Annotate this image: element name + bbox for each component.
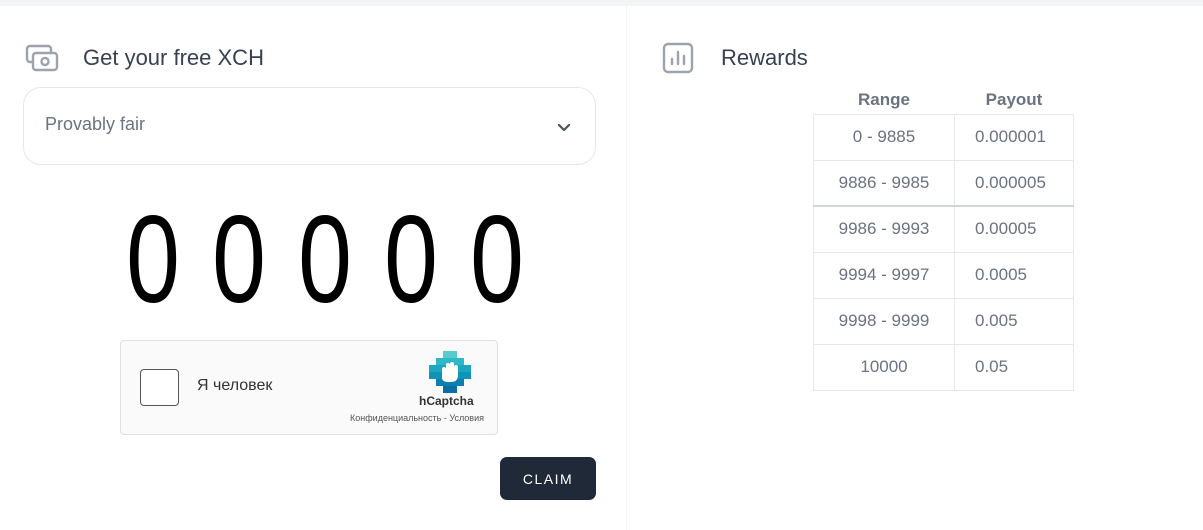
payout-cell: 0.000001 [954, 113, 1074, 161]
table-row: 0 - 9885 0.000001 [813, 113, 1074, 161]
roll-digit: 0 [212, 191, 266, 329]
rewards-table: Range Payout 0 - 9885 0.000001 9886 - 99… [813, 86, 1074, 391]
table-row: 9886 - 9985 0.000005 [813, 159, 1074, 207]
range-cell: 9886 - 9985 [813, 159, 955, 207]
page: Get your free XCH Provably fair 0 0 0 0 … [0, 0, 1203, 530]
provably-fair-select[interactable]: Provably fair [23, 87, 596, 165]
range-cell: 0 - 9885 [813, 113, 955, 161]
table-row: 9994 - 9997 0.0005 [813, 251, 1074, 299]
range-cell: 10000 [813, 343, 955, 391]
captcha-checkbox-label: Я человек [197, 377, 273, 394]
table-header-row: Range Payout [814, 86, 1074, 114]
hcaptcha-logo-icon [429, 351, 471, 393]
bar-chart-icon [660, 42, 696, 74]
table-row: 10000 0.05 [813, 343, 1074, 391]
hcaptcha-widget: Я человек hCaptcha Конфиденциальность - … [120, 340, 498, 435]
table-row: 9998 - 9999 0.005 [813, 297, 1074, 345]
column-header-payout: Payout [985, 89, 1043, 109]
roll-digit: 0 [298, 191, 352, 329]
hcaptcha-brand: hCaptcha [419, 394, 474, 408]
faucet-header: Get your free XCH [24, 42, 264, 74]
roll-number-display: 0 0 0 0 0 [110, 194, 540, 326]
faucet-panel: Get your free XCH Provably fair 0 0 0 0 … [0, 6, 626, 530]
rewards-title: Rewards [721, 45, 808, 70]
column-header-range: Range [858, 89, 910, 109]
table-row: 9986 - 9993 0.00005 [813, 205, 1074, 253]
claim-button[interactable]: CLAIM [500, 457, 596, 500]
roll-digit: 0 [126, 191, 180, 329]
payout-cell: 0.000005 [954, 159, 1074, 207]
rewards-header: Rewards [660, 42, 808, 74]
range-cell: 9994 - 9997 [813, 251, 955, 299]
payout-cell: 0.005 [954, 297, 1074, 345]
payout-cell: 0.0005 [954, 251, 1074, 299]
hcaptcha-links[interactable]: Конфиденциальность - Условия [350, 413, 484, 423]
payout-cell: 0.00005 [954, 205, 1074, 253]
range-cell: 9998 - 9999 [813, 297, 955, 345]
roll-digit: 0 [470, 191, 524, 329]
cash-icon [24, 42, 60, 74]
roll-digit: 0 [384, 191, 438, 329]
range-cell: 9986 - 9993 [813, 205, 955, 253]
chevron-down-icon [555, 118, 573, 136]
faucet-title: Get your free XCH [83, 45, 264, 70]
captcha-checkbox[interactable] [140, 369, 179, 406]
rewards-panel: Rewards Range Payout 0 - 9885 0.000001 9… [627, 6, 1203, 530]
select-value: Provably fair [45, 114, 146, 134]
payout-cell: 0.05 [954, 343, 1074, 391]
